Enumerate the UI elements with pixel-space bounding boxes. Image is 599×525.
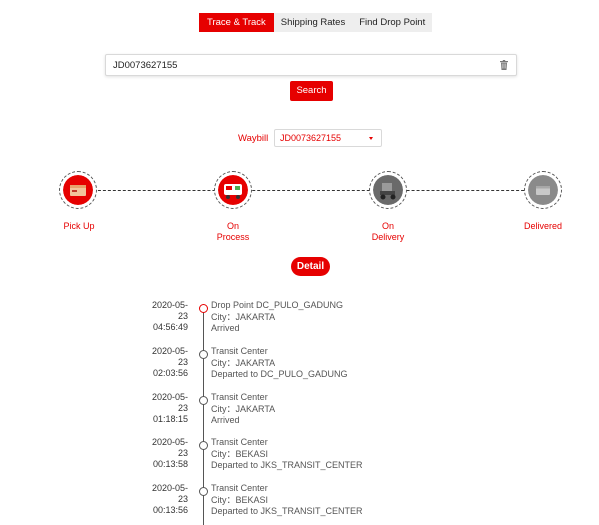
event-time: 01:18:15	[152, 414, 188, 424]
event-date-part2: 23	[177, 403, 188, 413]
pickup-icon	[63, 175, 93, 205]
delivery-icon	[373, 175, 403, 205]
waybill-label: Waybill	[238, 133, 269, 144]
event-details: Transit Center City：BEKASI Departed to J…	[211, 437, 363, 472]
tab-bar: Trace & Track Shipping Rates Find Drop P…	[199, 13, 433, 32]
event-date-part1: 2020-05-	[151, 437, 188, 447]
event-details: Drop Point DC_PULO_GADUNG City：JAKARTA A…	[211, 300, 343, 335]
event-title: Transit Center	[211, 437, 268, 447]
event-date-part1: 2020-05-	[151, 300, 188, 310]
timeline-item: 2020-05- 23 00:13:58 Transit Center City…	[0, 436, 599, 476]
event-status: Departed to DC_PULO_GADUNG	[211, 369, 348, 379]
event-title: Transit Center	[211, 346, 268, 356]
step-label-line1: On	[226, 221, 239, 231]
trash-icon[interactable]	[500, 60, 508, 70]
step-label-pickup: Pick Up	[63, 221, 95, 231]
chevron-down-icon	[369, 137, 373, 140]
tab-find-drop-point[interactable]: Find Drop Point	[352, 13, 433, 32]
event-date-part2: 23	[177, 448, 188, 458]
event-datetime: 2020-05- 23 04:56:49	[140, 300, 188, 333]
search-button[interactable]: Search	[290, 81, 333, 101]
event-datetime: 2020-05- 23 01:18:15	[140, 392, 188, 425]
tab-trace-track[interactable]: Trace & Track	[199, 13, 274, 32]
timeline-dot	[199, 487, 208, 496]
event-city: City：JAKARTA	[211, 311, 276, 322]
event-title: Transit Center	[211, 392, 268, 402]
event-date-part2: 23	[177, 357, 188, 367]
step-label-line1: On	[381, 221, 394, 231]
step-label-line2: Delivery	[371, 232, 405, 242]
timeline-dot	[199, 350, 208, 359]
event-city: City：JAKARTA	[211, 403, 276, 414]
event-datetime: 2020-05- 23 00:13:56	[140, 483, 188, 516]
event-time: 02:03:56	[152, 368, 188, 378]
delivered-icon	[528, 175, 558, 205]
event-time: 04:56:49	[152, 322, 188, 332]
event-date-part1: 2020-05-	[151, 483, 188, 493]
event-city: City：BEKASI	[211, 448, 269, 459]
timeline-item: 2020-05- 23 02:03:56 Transit Center City…	[0, 345, 599, 385]
timeline-item: 2020-05- 23 00:13:56 Transit Center City…	[0, 482, 599, 522]
timeline-dot	[199, 396, 208, 405]
waybill-selected-value: JD0073627155	[280, 133, 342, 143]
step-on-delivery	[369, 171, 407, 209]
event-date-part1: 2020-05-	[151, 346, 188, 356]
process-icon	[218, 175, 248, 205]
event-status: Departed to JKS_TRANSIT_CENTER	[211, 460, 363, 470]
event-details: Transit Center City：JAKARTA Arrived	[211, 392, 275, 427]
event-time: 00:13:56	[152, 505, 188, 515]
timeline-item: 2020-05- 23 04:56:49 Drop Point DC_PULO_…	[0, 299, 599, 339]
event-datetime: 2020-05- 23 02:03:56	[140, 346, 188, 379]
timeline-item: 2020-05- 23 01:18:15 Transit Center City…	[0, 391, 599, 431]
timeline-dot	[199, 304, 208, 313]
event-title: Drop Point DC_PULO_GADUNG	[211, 300, 344, 310]
event-date-part1: 2020-05-	[151, 392, 188, 402]
step-on-process	[214, 171, 252, 209]
event-date-part2: 23	[177, 311, 188, 321]
event-date-part2: 23	[177, 494, 188, 504]
event-details: Transit Center City：JAKARTA Departed to …	[211, 346, 348, 381]
step-pickup	[59, 171, 97, 209]
event-city: City：BEKASI	[211, 494, 269, 505]
step-label-line2: Process	[216, 232, 250, 242]
tab-shipping-rates[interactable]: Shipping Rates	[273, 13, 353, 32]
detail-button[interactable]: Detail	[291, 257, 330, 276]
step-label-on-process: On Process	[198, 221, 268, 243]
event-details: Transit Center City：BEKASI Departed to J…	[211, 483, 363, 518]
event-status: Arrived	[211, 415, 240, 425]
step-label-on-delivery: On Delivery	[353, 221, 423, 243]
event-status: Arrived	[211, 323, 240, 333]
event-city: City：JAKARTA	[211, 357, 276, 368]
step-delivered	[524, 171, 562, 209]
step-label-delivered: Delivered	[523, 221, 563, 231]
search-box	[105, 54, 517, 76]
waybill-search-input[interactable]	[106, 55, 486, 75]
waybill-select[interactable]: JD0073627155	[274, 129, 382, 147]
event-datetime: 2020-05- 23 00:13:58	[140, 437, 188, 470]
event-time: 00:13:58	[152, 459, 188, 469]
timeline-dot	[199, 441, 208, 450]
event-title: Transit Center	[211, 483, 268, 493]
progress-line	[78, 190, 544, 191]
event-status: Departed to JKS_TRANSIT_CENTER	[211, 506, 363, 516]
